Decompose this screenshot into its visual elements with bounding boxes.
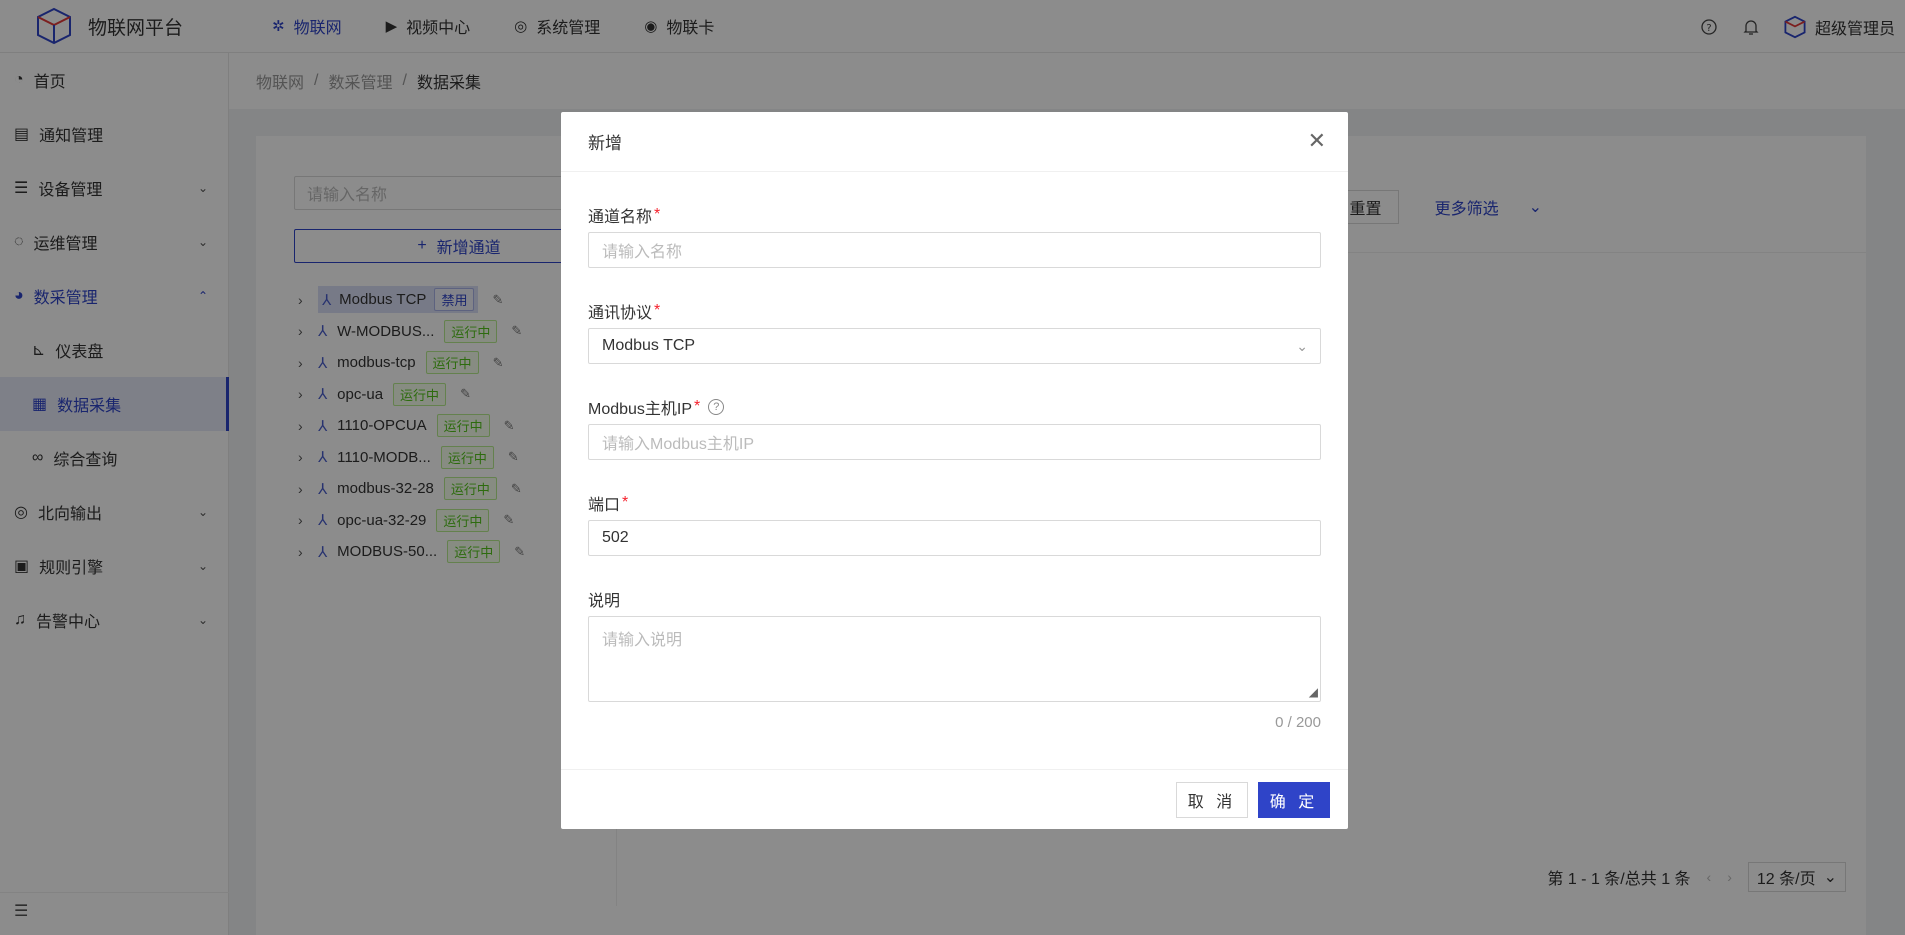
protocol-select[interactable]: Modbus TCP ⌄ (588, 328, 1321, 364)
close-icon[interactable]: ✕ (1308, 130, 1326, 152)
input-placeholder: 请输入Modbus主机IP (602, 436, 755, 453)
modal-footer: 取 消 确 定 (561, 769, 1348, 829)
description-textarea[interactable]: 请输入说明 ◢ (588, 616, 1321, 702)
char-counter: 0 / 200 (1275, 714, 1321, 731)
textarea-placeholder: 请输入说明 (602, 632, 683, 649)
add-channel-modal: 新增 ✕ 通道名称 * 请输入名称 通讯协议 * Modbus TCP ⌄ Modbu… (561, 112, 1348, 829)
field-label: Modbus主机IP *? (588, 396, 1321, 418)
modal-title: 新增 (588, 134, 622, 153)
confirm-button[interactable]: 确 定 (1258, 781, 1330, 818)
protocol-label: 通讯协议 (588, 305, 653, 322)
description-label: 说明 (588, 593, 621, 610)
required-mark: * (654, 206, 661, 223)
channel-name-input[interactable]: 请输入名称 (588, 232, 1321, 268)
cancel-button[interactable]: 取 消 (1176, 781, 1248, 818)
modal-body: 通道名称 * 请输入名称 通讯协议 * Modbus TCP ⌄ Modbus主机IP… (561, 204, 1348, 731)
field-label: 通道名称 * (588, 204, 1321, 226)
field-label: 说明 (588, 588, 1321, 610)
required-mark: * (654, 302, 661, 319)
modal-header: 新增 ✕ (561, 112, 1348, 172)
question-icon[interactable]: ? (708, 399, 725, 415)
resize-handle-icon[interactable]: ◢ (1309, 685, 1318, 699)
required-mark: * (694, 398, 701, 415)
protocol-value: Modbus TCP (602, 337, 696, 354)
port-label: 端口 (588, 497, 621, 514)
channel-name-label: 通道名称 (588, 209, 653, 226)
field-label: 端口 * (588, 492, 1321, 514)
field-label: 通讯协议 * (588, 300, 1321, 322)
host-ip-label: Modbus主机IP (588, 401, 693, 418)
required-mark: * (622, 494, 629, 511)
input-placeholder: 请输入名称 (602, 244, 683, 261)
host-ip-input[interactable]: 请输入Modbus主机IP (588, 424, 1321, 460)
port-input[interactable]: 502 (588, 520, 1321, 556)
port-value: 502 (602, 529, 629, 546)
chevron-down-icon: ⌄ (1296, 337, 1308, 354)
